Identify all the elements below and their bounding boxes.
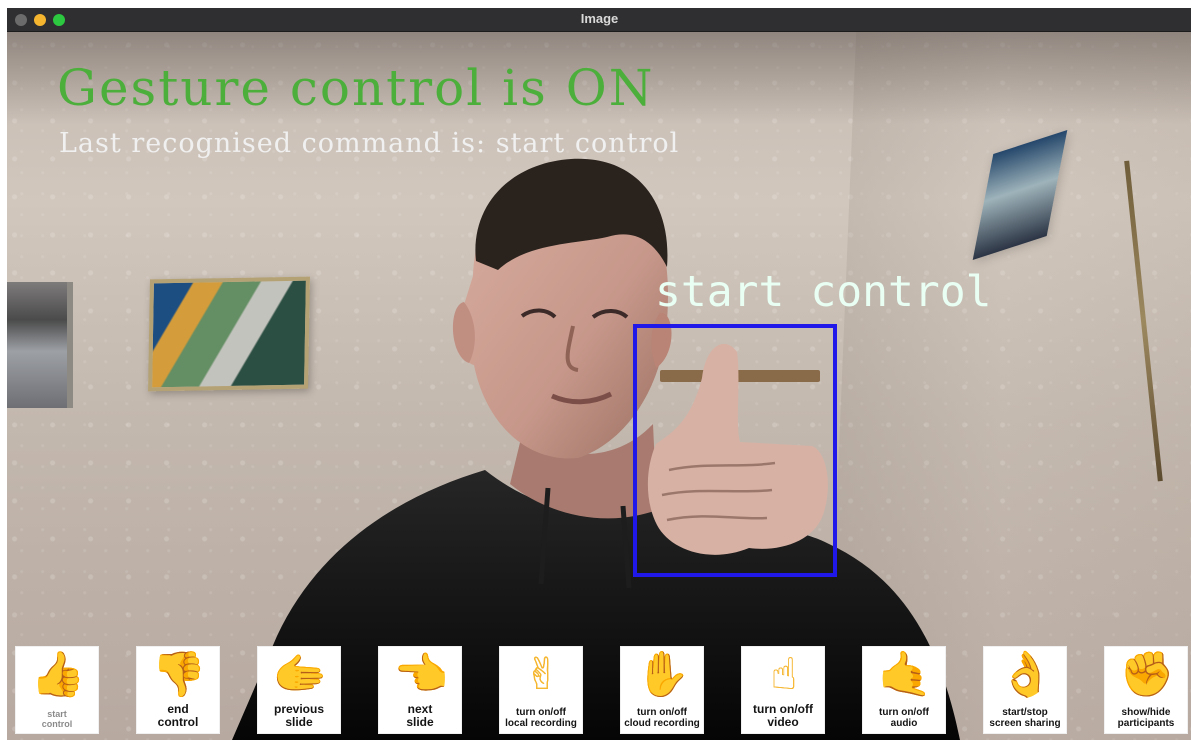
gesture-label-end-control: end control [157, 702, 199, 729]
raised-hand-icon: ✋ [635, 649, 691, 700]
image-window: Image Gesture control is ON Last recogni… [7, 8, 1191, 740]
gesture-label-cloud-recording: turn on/off cloud recording [624, 707, 700, 729]
window-titlebar: Image [7, 8, 1191, 32]
gesture-label-local-recording: turn on/off local recording [505, 707, 577, 729]
thumbs-up-icon: 👍 [30, 649, 86, 700]
gesture-card-video: ☝ turn on/off video [741, 646, 825, 734]
gesture-card-screen-sharing: 👌 start/stop screen sharing [983, 646, 1067, 734]
gesture-card-next-slide: 👈 next slide [378, 646, 462, 734]
gesture-label-audio: turn on/off audio [879, 707, 929, 729]
gesture-status-text: Gesture control is ON [57, 59, 655, 117]
pointing-left-hand-icon: 🫱 [272, 649, 328, 700]
last-command-text: Last recognised command is: start contro… [59, 128, 680, 159]
gesture-card-local-recording: ✌ turn on/off local recording [499, 646, 583, 734]
gesture-label-screen-sharing: start/stop screen sharing [989, 707, 1061, 729]
gesture-card-cloud-recording: ✋ turn on/off cloud recording [620, 646, 704, 734]
raised-fist-icon: ✊ [1119, 649, 1175, 700]
ok-hand-icon: 👌 [998, 649, 1054, 700]
gesture-card-previous-slide: 🫱 previous slide [257, 646, 341, 734]
gesture-card-participants: ✊ show/hide participants [1104, 646, 1188, 734]
call-me-hand-icon: 🤙 [877, 649, 933, 700]
gesture-label-next-slide: next slide [406, 702, 434, 729]
pointing-left-icon: 👈 [393, 649, 449, 700]
gesture-label-video: turn on/off video [753, 702, 813, 729]
detected-gesture-label: start control [655, 267, 992, 317]
gesture-label-participants: show/hide participants [1117, 707, 1175, 729]
gesture-card-end-control: 👎 end control [136, 646, 220, 734]
window-title: Image [580, 11, 619, 26]
gesture-card-audio: 🤙 turn on/off audio [862, 646, 946, 734]
gesture-label-previous-slide: previous slide [273, 702, 324, 729]
webcam-feed: Gesture control is ON Last recognised co… [7, 32, 1191, 740]
gesture-detection-box [633, 324, 837, 577]
pointing-up-icon: ☝ [770, 649, 798, 700]
gesture-legend: 👍 start control 👎 end control 🫱 previous… [15, 646, 1191, 738]
gesture-label-start-control: start control [41, 709, 73, 729]
gesture-card-start-control: 👍 start control [15, 646, 99, 734]
victory-hand-icon: ✌ [523, 649, 561, 700]
thumbs-down-icon: 👎 [151, 649, 207, 700]
